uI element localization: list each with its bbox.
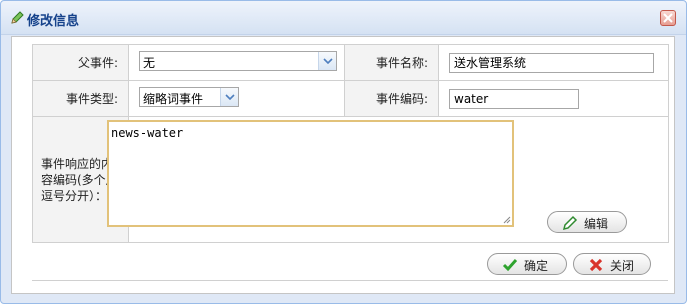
resize-grip-icon[interactable] (503, 216, 511, 224)
confirm-button[interactable]: 确定 (487, 253, 567, 275)
dialog-title: 修改信息 (27, 14, 80, 29)
event-type-select[interactable]: 缩略词事件 (139, 87, 239, 107)
event-name-label: 事件名称: (344, 44, 439, 81)
pencil-icon (9, 10, 25, 26)
event-type-cell: 缩略词事件 (128, 80, 345, 117)
response-code-value: news-water (111, 126, 184, 140)
confirm-button-label: 确定 (524, 259, 549, 273)
edit-button-label: 编辑 (584, 217, 609, 231)
event-code-input[interactable]: water (449, 88, 579, 109)
event-code-label: 事件编码: (344, 80, 439, 117)
checkmark-icon (502, 257, 518, 276)
dialog-titlebar[interactable]: 修改信息 (1, 1, 686, 35)
response-code-textarea[interactable]: news-water (107, 120, 514, 227)
edit-button[interactable]: 编辑 (547, 211, 627, 233)
event-type-value: 缩略词事件 (143, 92, 204, 106)
x-icon (588, 257, 604, 276)
form-row: 事件类型: 缩略词事件 事件编码: water (32, 80, 669, 117)
close-button-label: 关闭 (610, 259, 635, 273)
form-row: 父事件: 无 事件名称: 送水管理系统 (32, 44, 669, 81)
event-code-cell: water (438, 80, 669, 117)
footer-divider (32, 280, 668, 281)
parent-event-select[interactable]: 无 (139, 51, 337, 71)
edit-info-dialog: 修改信息 父事件: 无 事件名称: 送水管理系统 事件类型: 缩略词事件 事件编… (0, 0, 687, 304)
parent-event-label: 父事件: (32, 44, 129, 81)
event-name-cell: 送水管理系统 (438, 44, 669, 81)
event-type-label: 事件类型: (32, 80, 129, 117)
dialog-close-button[interactable] (660, 10, 676, 26)
parent-event-value: 无 (143, 56, 156, 70)
close-button[interactable]: 关闭 (573, 253, 651, 275)
event-name-input[interactable]: 送水管理系统 (449, 52, 654, 73)
chevron-down-icon[interactable] (220, 88, 238, 106)
parent-event-cell: 无 (128, 44, 345, 81)
chevron-down-icon[interactable] (318, 52, 336, 70)
close-icon (663, 13, 673, 23)
pencil-icon (562, 215, 578, 234)
